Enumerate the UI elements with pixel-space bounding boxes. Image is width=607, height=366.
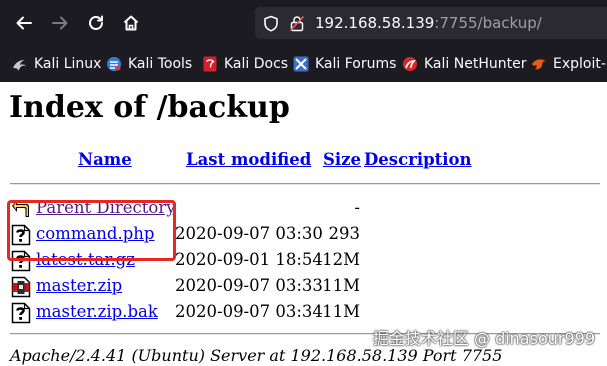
file-size: 12M [322,250,360,269]
column-header-description[interactable]: Description [364,150,472,170]
url-text[interactable]: 192.168.58.139:7755/backup/ [315,13,542,33]
file-size: - [354,198,360,217]
kali-tools-icon [106,56,122,72]
red-highlight-box [7,200,176,261]
home-icon [123,15,139,31]
back-button[interactable] [10,9,38,37]
bookmark-label: Kali Forums [315,56,397,72]
bookmark-kali-linux[interactable]: Kali Linux [12,54,101,74]
column-header-name[interactable]: Name [78,150,132,170]
file-size: 11M [322,302,360,321]
compressed-file-icon [11,276,31,298]
file-link[interactable]: master.zip [36,276,122,296]
reload-button[interactable] [82,9,110,37]
page-title: Index of /backup [9,90,290,125]
unknown-file-icon [11,302,31,324]
navigation-toolbar: 192.168.58.139:7755/backup/ [0,0,607,46]
bookmark-kali-tools[interactable]: Kali Tools [106,54,192,74]
bookmark-label: Kali Tools [128,56,193,72]
bookmark-label: Kali Linux [34,56,102,72]
server-signature: Apache/2.4.41 (Ubuntu) Server at 192.168… [10,346,503,365]
file-size: 11M [322,276,360,295]
bookmark-exploit-db[interactable]: Exploit-D [531,54,607,74]
file-date: 2020-09-07 03:33 [175,276,323,295]
listing-row: master.zip.bak 2020-09-07 03:34 11M [0,300,607,326]
file-size: 293 [328,224,361,243]
column-header-last-modified[interactable]: Last modified [186,150,311,170]
bookmark-kali-docs[interactable]: Kali Docs [202,54,288,74]
insecure-lock-icon[interactable] [289,15,305,32]
forward-arrow-icon [52,16,68,30]
bookmark-kali-forums[interactable]: Kali Forums [293,54,396,74]
watermark: 掘金技术社区 @ dinasour999 [372,329,595,348]
file-link[interactable]: master.zip.bak [36,302,158,322]
home-button[interactable] [117,9,145,37]
bookmark-label: Exploit-D [553,56,607,72]
reload-icon [89,15,103,30]
page-content: Index of /backup Name Last modified Size… [0,82,607,365]
listing-row: master.zip 2020-09-07 03:33 11M [0,274,607,300]
url-host: 192.168.58.139 [315,14,435,32]
kali-nethunter-icon [402,56,418,72]
column-header-size[interactable]: Size [323,150,361,170]
bookmark-kali-nethunter[interactable]: Kali NetHunter [402,54,526,74]
address-bar[interactable]: 192.168.58.139:7755/backup/ [255,7,607,39]
file-date: 2020-09-07 03:34 [175,302,323,321]
kali-dragon-icon [12,56,28,72]
kali-forums-icon [293,56,309,72]
forward-button[interactable] [46,9,74,37]
bookmark-label: Kali Docs [224,56,289,72]
file-date: 2020-09-07 03:30 [175,224,323,243]
bookmark-label: Kali NetHunter [424,56,527,72]
back-arrow-icon [16,16,32,30]
kali-docs-icon [202,56,218,72]
file-date: 2020-09-01 18:54 [175,250,323,269]
url-path: :7755/backup/ [434,14,542,32]
tracking-protection-shield-icon[interactable] [263,15,279,32]
bookmarks-toolbar: Kali Linux Kali Tools Kali Docs Kali For… [0,46,607,82]
exploit-db-icon [531,56,547,72]
header-divider [10,183,600,185]
browser-chrome: 192.168.58.139:7755/backup/ Kali Linux K… [0,0,607,82]
